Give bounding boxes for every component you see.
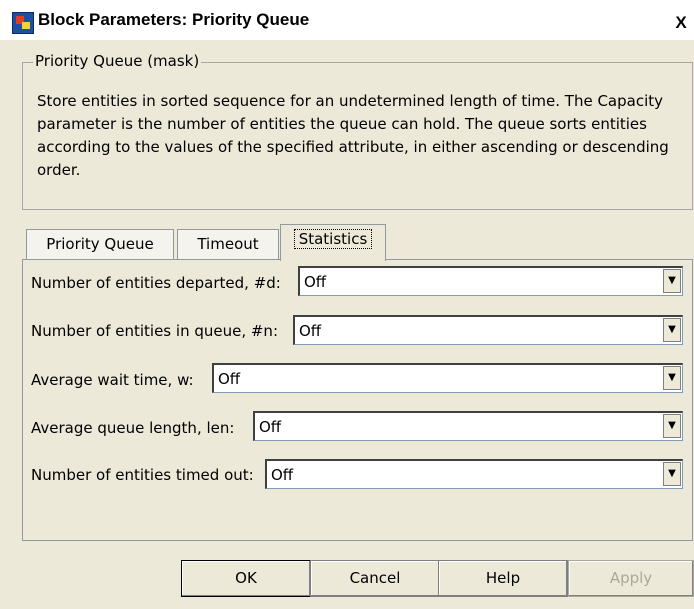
select-value: Off [299, 322, 322, 340]
mask-legend: Priority Queue (mask) [33, 52, 202, 70]
select-value: Off [304, 273, 327, 291]
chevron-down-icon[interactable]: ▼ [663, 414, 681, 438]
departed-label: Number of entities departed, #d: [31, 274, 281, 292]
queue-length-select[interactable]: Off ▼ [253, 411, 683, 441]
departed-select[interactable]: Off ▼ [298, 266, 683, 296]
select-value: Off [218, 370, 241, 388]
block-parameters-dialog: Block Parameters: Priority Queue X Prior… [0, 0, 694, 609]
tab-priority-queue[interactable]: Priority Queue [26, 229, 174, 259]
select-value: Off [271, 466, 294, 484]
window-title: Block Parameters: Priority Queue [38, 10, 310, 29]
title-bar[interactable]: Block Parameters: Priority Queue X [0, 0, 694, 40]
chevron-down-icon[interactable]: ▼ [663, 318, 681, 342]
queue-length-label: Average queue length, len: [31, 419, 235, 437]
tab-statistics[interactable]: Statistics [280, 224, 386, 261]
select-value: Off [259, 418, 282, 436]
chevron-down-icon[interactable]: ▼ [663, 462, 681, 486]
chevron-down-icon[interactable]: ▼ [663, 269, 681, 293]
in-queue-select[interactable]: Off ▼ [293, 315, 683, 345]
chevron-down-icon[interactable]: ▼ [663, 366, 681, 390]
ok-button[interactable]: OK [181, 560, 311, 597]
mask-description: Store entities in sorted sequence for an… [37, 92, 669, 179]
tab-label: Timeout [197, 235, 259, 253]
tab-label: Statistics [293, 229, 373, 249]
help-button[interactable]: Help [438, 560, 568, 597]
timed-out-select[interactable]: Off ▼ [265, 459, 683, 489]
timed-out-label: Number of entities timed out: [31, 466, 254, 484]
statistics-panel [22, 259, 693, 541]
in-queue-label: Number of entities in queue, #n: [31, 322, 278, 340]
wait-time-select[interactable]: Off ▼ [212, 363, 683, 393]
cancel-button[interactable]: Cancel [310, 560, 440, 597]
close-button[interactable]: X [671, 13, 691, 33]
block-icon [12, 12, 34, 34]
tab-timeout[interactable]: Timeout [177, 229, 279, 259]
tab-label: Priority Queue [46, 235, 154, 253]
apply-button[interactable]: Apply [568, 560, 694, 597]
wait-time-label: Average wait time, w: [31, 371, 194, 389]
